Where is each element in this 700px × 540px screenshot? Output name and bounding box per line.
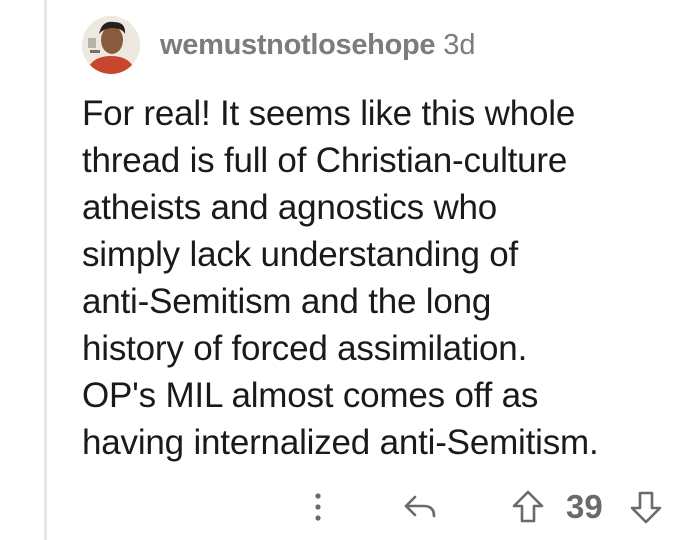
comment-body-line: thread is full of Christian-culture [82,141,568,180]
comment-body-line: history of forced assimilation. [82,329,528,368]
comment: wemustnotlosehope 3d For real! It seems … [82,14,682,466]
comment-body: For real! It seems like this whole thread… [82,90,682,466]
comment-age: 3d [443,28,476,61]
upvote-button[interactable] [508,482,548,532]
comment-body-line: OP's MIL almost comes off as [82,376,539,415]
comment-actions: 39 [300,482,680,532]
comment-body-line: having internalized anti-Semitism. [82,423,599,462]
comment-body-line: atheists and agnostics who [82,188,498,227]
comment-body-line: simply lack understanding of [82,235,519,274]
more-options-button[interactable] [308,482,328,532]
reply-button[interactable] [400,482,440,532]
avatar[interactable] [82,16,140,74]
comment-header: wemustnotlosehope 3d [82,14,682,76]
downvote-arrow-icon [630,491,662,524]
vote-score: 39 [566,488,603,525]
comment-body-line: For real! It seems like this whole [82,94,576,133]
username[interactable]: wemustnotlosehope [160,29,436,62]
reply-arrow-icon [404,495,436,518]
avatar-image [82,16,140,74]
vertical-ellipsis-icon [315,493,321,521]
thread-line[interactable] [44,0,47,540]
upvote-arrow-icon [512,490,544,523]
comment-body-line: anti-Semitism and the long [82,282,492,321]
downvote-button[interactable] [626,482,666,532]
